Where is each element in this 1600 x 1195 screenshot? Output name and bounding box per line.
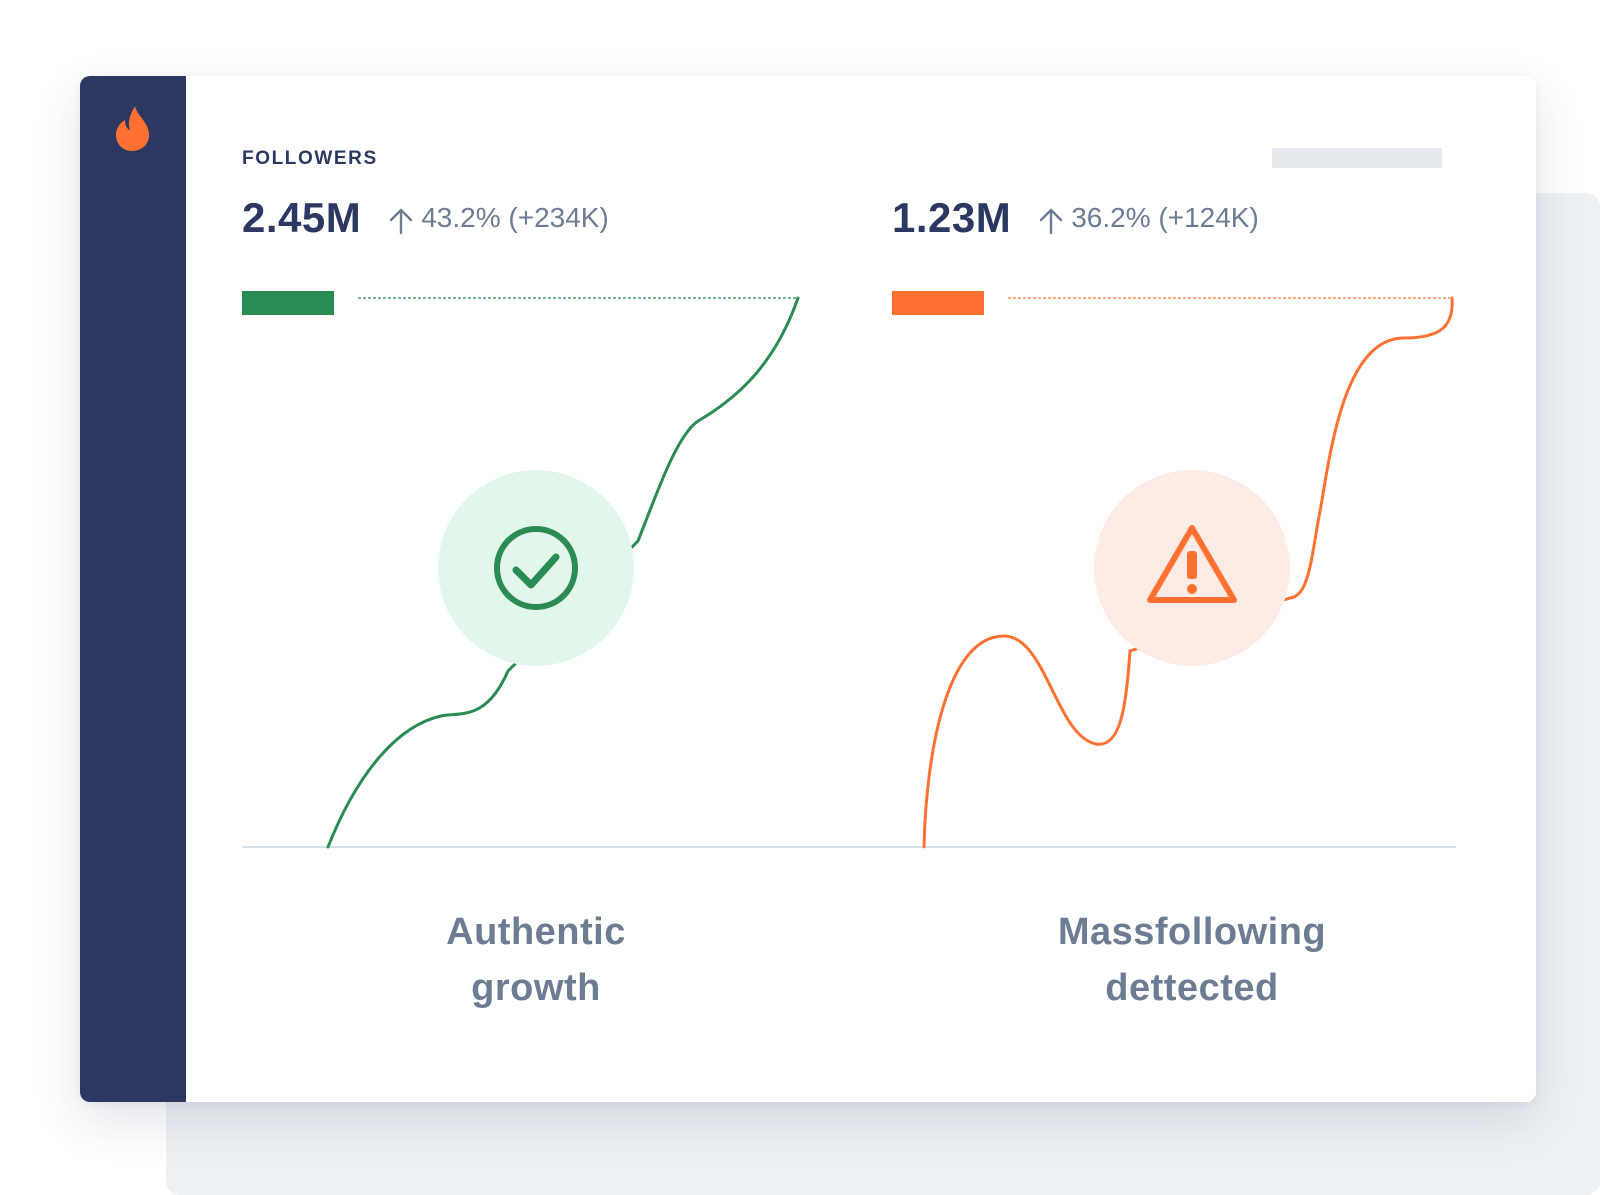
authentic-caption: Authentic growth bbox=[356, 904, 716, 1016]
massfollowing-caption-line2: dettected bbox=[1105, 967, 1279, 1009]
massfollowing-caption: Massfollowing dettected bbox=[1012, 904, 1372, 1016]
sidebar bbox=[80, 76, 186, 1102]
check-circle-icon bbox=[438, 470, 634, 666]
massfollowing-caption-line1: Massfollowing bbox=[1057, 911, 1327, 953]
dashboard-card: FOLLOWERS 2.45M 43.2% (+234K) 1.23M 36.2… bbox=[80, 76, 1536, 1102]
authentic-caption-line1: Authentic bbox=[446, 911, 626, 953]
stage: FOLLOWERS 2.45M 43.2% (+234K) 1.23M 36.2… bbox=[0, 0, 1600, 1195]
warning-triangle-icon bbox=[1094, 470, 1290, 666]
main-content: FOLLOWERS 2.45M 43.2% (+234K) 1.23M 36.2… bbox=[186, 76, 1536, 1102]
flame-icon[interactable] bbox=[113, 104, 153, 152]
authentic-caption-line2: growth bbox=[471, 967, 601, 1009]
